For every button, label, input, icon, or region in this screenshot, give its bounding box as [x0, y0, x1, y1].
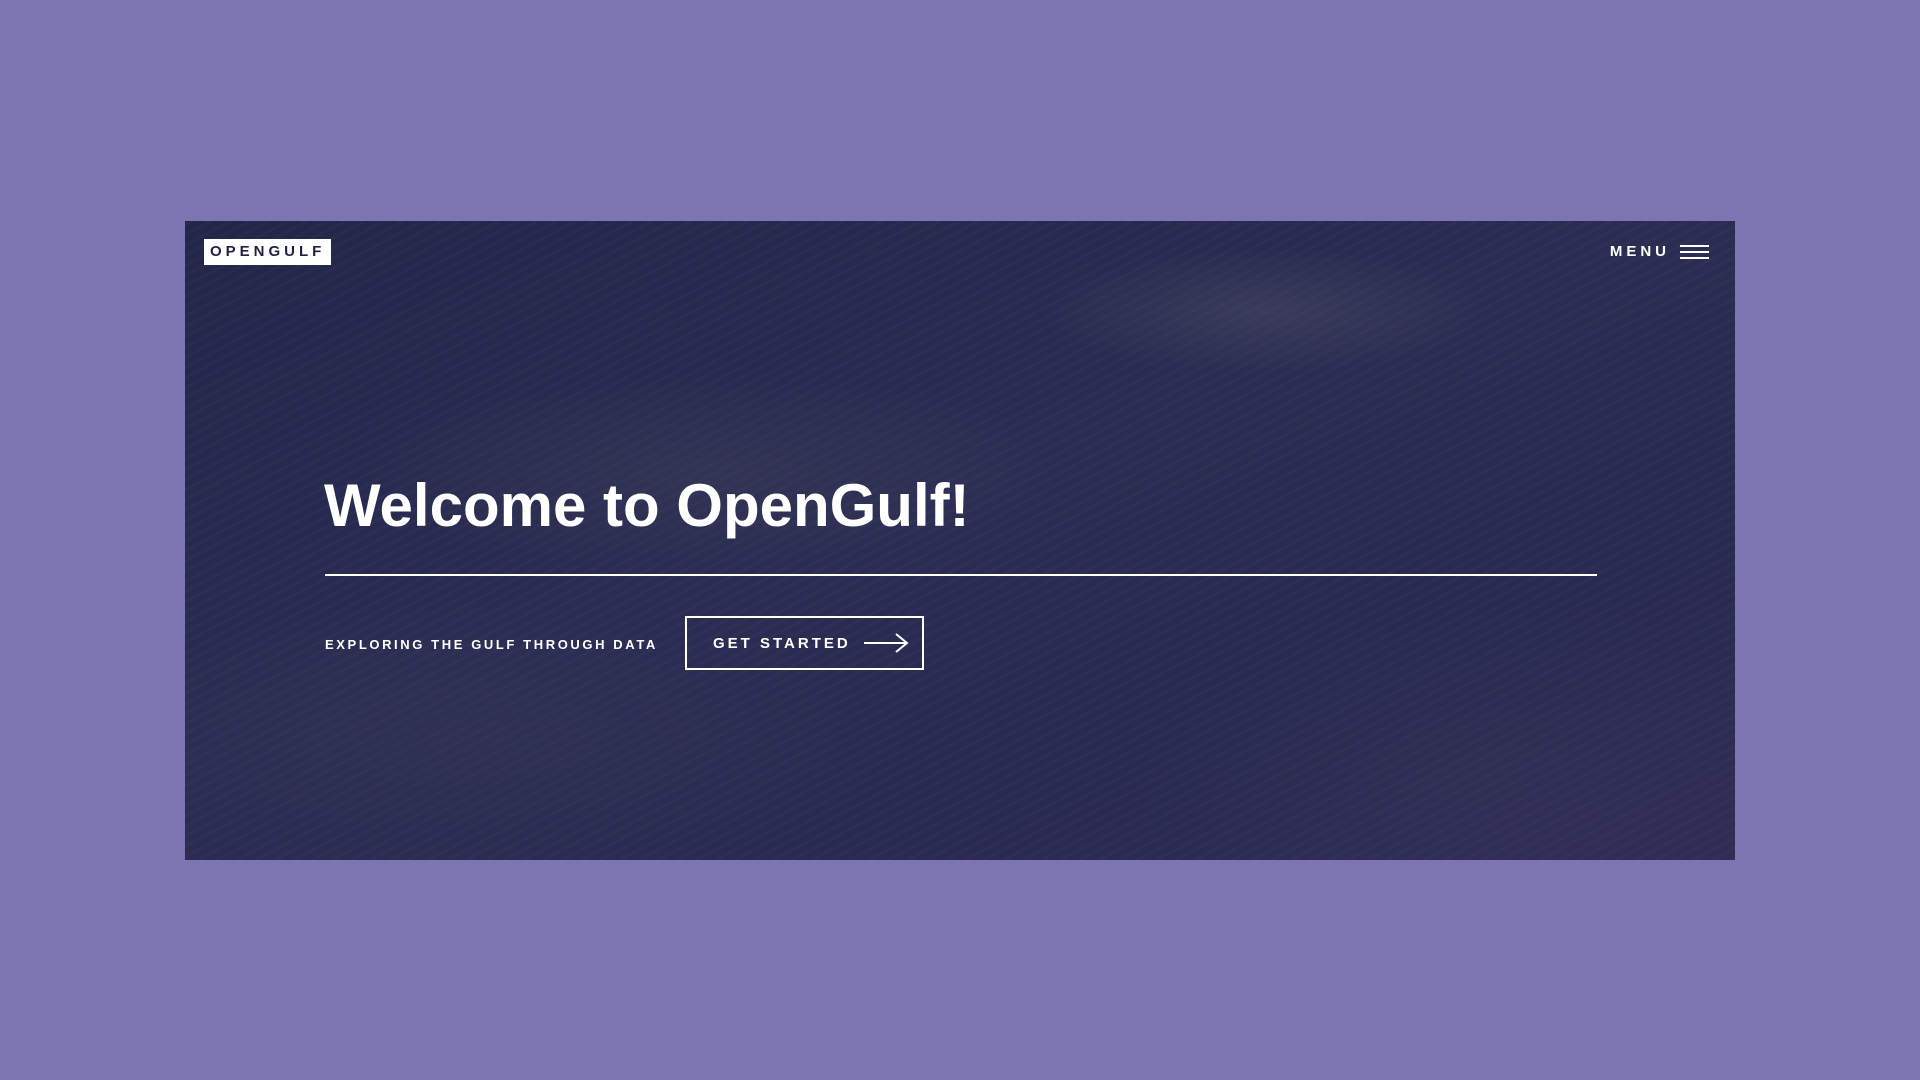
arrow-right-icon — [863, 633, 909, 653]
hero-banner: OPENGULF MENU Welcome to OpenGulf! EXPLO… — [185, 221, 1735, 860]
menu-button[interactable]: MENU — [1610, 243, 1709, 260]
hero-title: Welcome to OpenGulf! — [324, 472, 970, 539]
site-logo[interactable]: OPENGULF — [204, 239, 332, 265]
hero-tagline: EXPLORING THE GULF THROUGH DATA — [325, 637, 658, 652]
hamburger-icon — [1680, 244, 1709, 260]
get-started-button[interactable]: GET STARTED — [685, 616, 924, 670]
hero-divider — [325, 574, 1597, 576]
menu-label: MENU — [1609, 243, 1670, 260]
get-started-label: GET STARTED — [713, 634, 851, 652]
